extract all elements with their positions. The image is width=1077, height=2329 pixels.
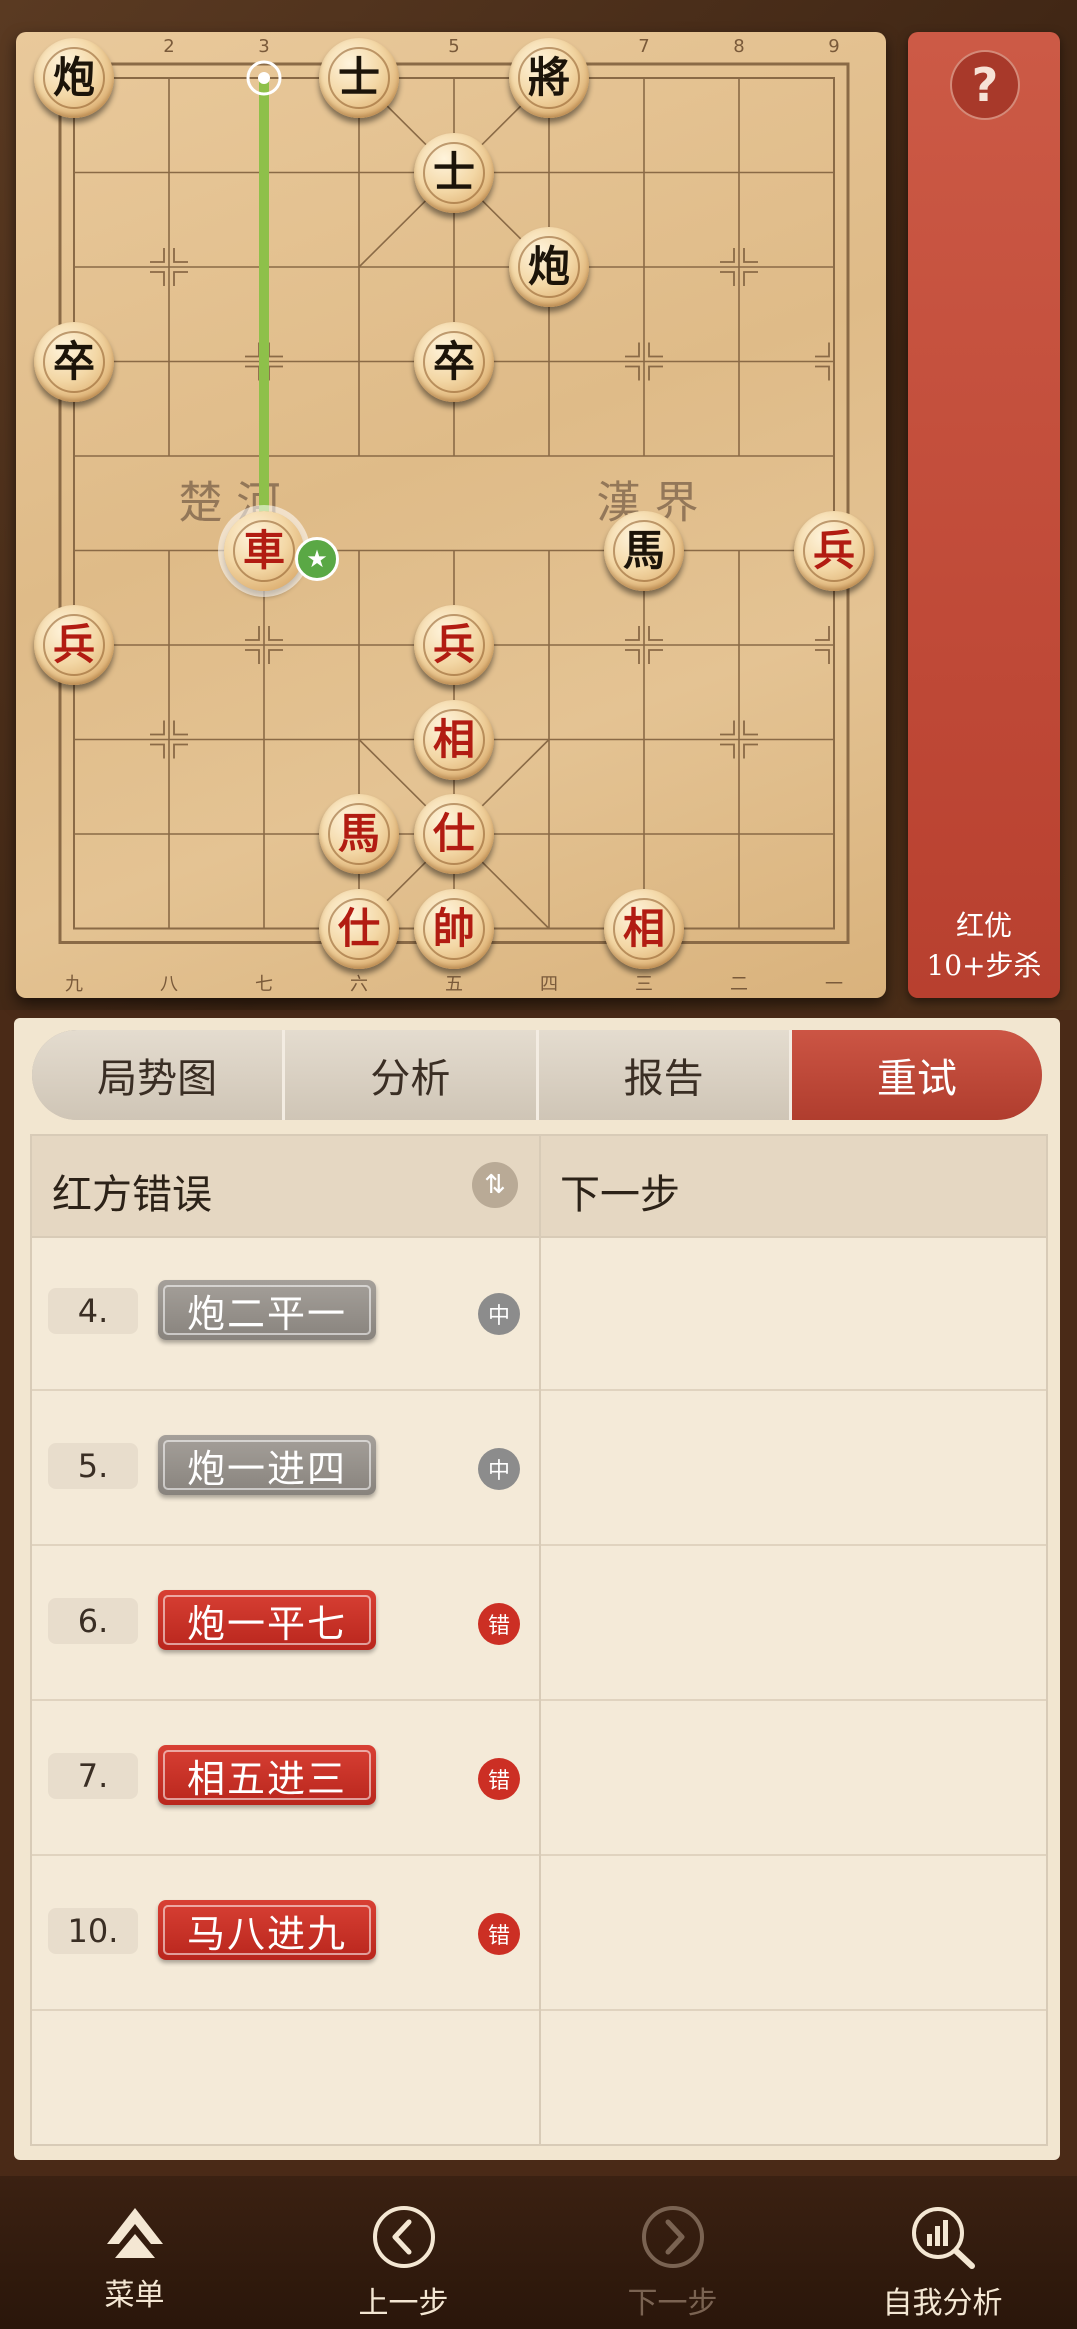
file-number-bottom: 二 [730,974,748,995]
piece-label: 兵 [432,620,475,669]
nav-menu[interactable]: 菜单 [0,2176,269,2329]
piece-red[interactable]: 兵 [414,605,494,685]
severity-badge: 中 [478,1293,520,1335]
piece-black[interactable]: 士 [414,132,494,213]
evaluation-status: 红优 [955,909,1012,942]
tab-report[interactable]: 报告 [538,1030,792,1120]
piece-label: 帥 [432,903,475,953]
tab-bar: 局势图 分析 报告 重试 [32,1030,1042,1120]
piece-label: 車 [242,525,285,575]
file-number-top: 8 [733,36,744,57]
tab-position-chart[interactable]: 局势图 [32,1030,286,1120]
file-number-bottom: 八 [160,974,178,995]
piece-red[interactable]: 仕 [414,794,494,874]
piece-label: 相 [622,903,665,953]
piece-label: 炮 [527,242,570,291]
board-area: 123456789九八七六五四三二一楚河漢界 炮士將士炮卒卒車馬兵兵兵相馬仕仕帥… [0,0,1077,1010]
move-notation[interactable]: 相五进三 [158,1745,376,1805]
file-number-top: 9 [828,36,839,57]
file-number-bottom: 九 [65,974,83,995]
file-number-bottom: 七 [255,974,273,995]
piece-black[interactable]: 炮 [34,38,114,118]
star-icon: ★ [295,537,339,581]
file-number-bottom: 六 [350,974,368,995]
move-number: 7. [48,1753,138,1799]
nav-menu-label: 菜单 [104,2278,165,2313]
column-divider [539,1136,541,2144]
piece-red[interactable]: 兵 [34,605,114,685]
self-analysis-icon [911,2207,975,2269]
piece-red[interactable]: 車 [224,510,304,591]
severity-badge: 中 [478,1448,520,1490]
file-number-bottom: 五 [445,974,463,995]
evaluation-detail: 10+步杀 [926,949,1042,982]
hint-origin-dot [258,72,270,84]
piece-label: 馬 [622,525,665,575]
piece-red[interactable]: 兵 [794,510,874,591]
move-number: 4. [48,1288,138,1334]
file-number-bottom: 四 [540,974,558,995]
file-number-top: 5 [448,36,459,57]
file-number-top: 7 [638,36,649,57]
nav-prev-step-label: 上一步 [358,2286,449,2321]
move-notation[interactable]: 炮一平七 [158,1590,376,1650]
file-number-top: 2 [163,36,174,57]
piece-label: 卒 [432,336,475,386]
analysis-panel: 局势图 分析 报告 重试 红方错误 ⇅ 下一步 4. 炮二平一中 5. 炮一进四中 6.… [14,1018,1060,2160]
piece-label: 士 [337,53,380,102]
severity-badge: 错 [478,1758,520,1800]
move-notation[interactable]: 马八进九 [158,1900,376,1960]
piece-label: 仕 [432,809,475,858]
move-number: 5. [48,1443,138,1489]
piece-label: 兵 [812,525,855,575]
piece-black[interactable]: 炮 [509,227,589,307]
nav-next-step[interactable]: 下一步 [538,2176,807,2329]
chess-board[interactable]: 123456789九八七六五四三二一楚河漢界 炮士將士炮卒卒車馬兵兵兵相馬仕仕帥… [16,32,886,998]
piece-label: 仕 [337,903,380,953]
piece-label: 士 [432,147,475,197]
piece-black[interactable]: 卒 [34,321,114,402]
help-button[interactable]: ? [950,50,1020,120]
severity-badge: 错 [478,1913,520,1955]
sort-icon[interactable]: ⇅ [472,1162,518,1208]
piece-black[interactable]: 卒 [414,321,494,402]
nav-self-analysis[interactable]: 自我分析 [808,2176,1077,2329]
severity-badge: 错 [478,1603,520,1645]
piece-label: 將 [527,53,570,102]
piece-red[interactable]: 帥 [414,888,494,969]
nav-prev-step[interactable]: 上一步 [269,2176,538,2329]
piece-label: 卒 [52,336,95,386]
piece-label: 馬 [337,809,380,858]
piece-label: 兵 [52,620,95,669]
next-step-icon [641,2206,704,2268]
move-number: 6. [48,1598,138,1644]
piece-black[interactable]: 將 [509,38,589,118]
move-notation[interactable]: 炮一进四 [158,1435,376,1495]
nav-self-analysis-label: 自我分析 [882,2286,1003,2321]
piece-red[interactable]: 相 [414,699,494,780]
piece-black[interactable]: 馬 [604,510,684,591]
menu-icon [106,2208,163,2258]
mistakes-table: 红方错误 ⇅ 下一步 4. 炮二平一中 5. 炮一进四中 6. 炮一平七错 7. 相五进三错 1… [30,1134,1048,2146]
piece-black[interactable]: 士 [319,38,399,118]
piece-red[interactable]: 相 [604,888,684,969]
evaluation-panel: ? 红优 10+步杀 [908,32,1060,998]
piece-red[interactable]: 仕 [319,888,399,969]
piece-red[interactable]: 馬 [319,794,399,874]
move-notation[interactable]: 炮二平一 [158,1280,376,1340]
piece-label: 相 [432,714,475,764]
file-number-bottom: 一 [825,974,843,995]
bottom-navigation: 菜单 上一步 下一步 自我分析 [0,2176,1077,2329]
column-header-red-mistakes: 红方错误 [52,1172,212,1218]
tab-retry[interactable]: 重试 [791,1030,1042,1120]
move-number: 10. [48,1908,138,1954]
piece-label: 炮 [52,53,95,102]
file-number-top: 3 [258,36,269,57]
prev-step-icon [372,2206,435,2268]
file-number-bottom: 三 [635,974,653,995]
tab-analysis[interactable]: 分析 [285,1030,539,1120]
column-header-next-move: 下一步 [560,1172,680,1218]
nav-next-step-label: 下一步 [627,2286,718,2321]
